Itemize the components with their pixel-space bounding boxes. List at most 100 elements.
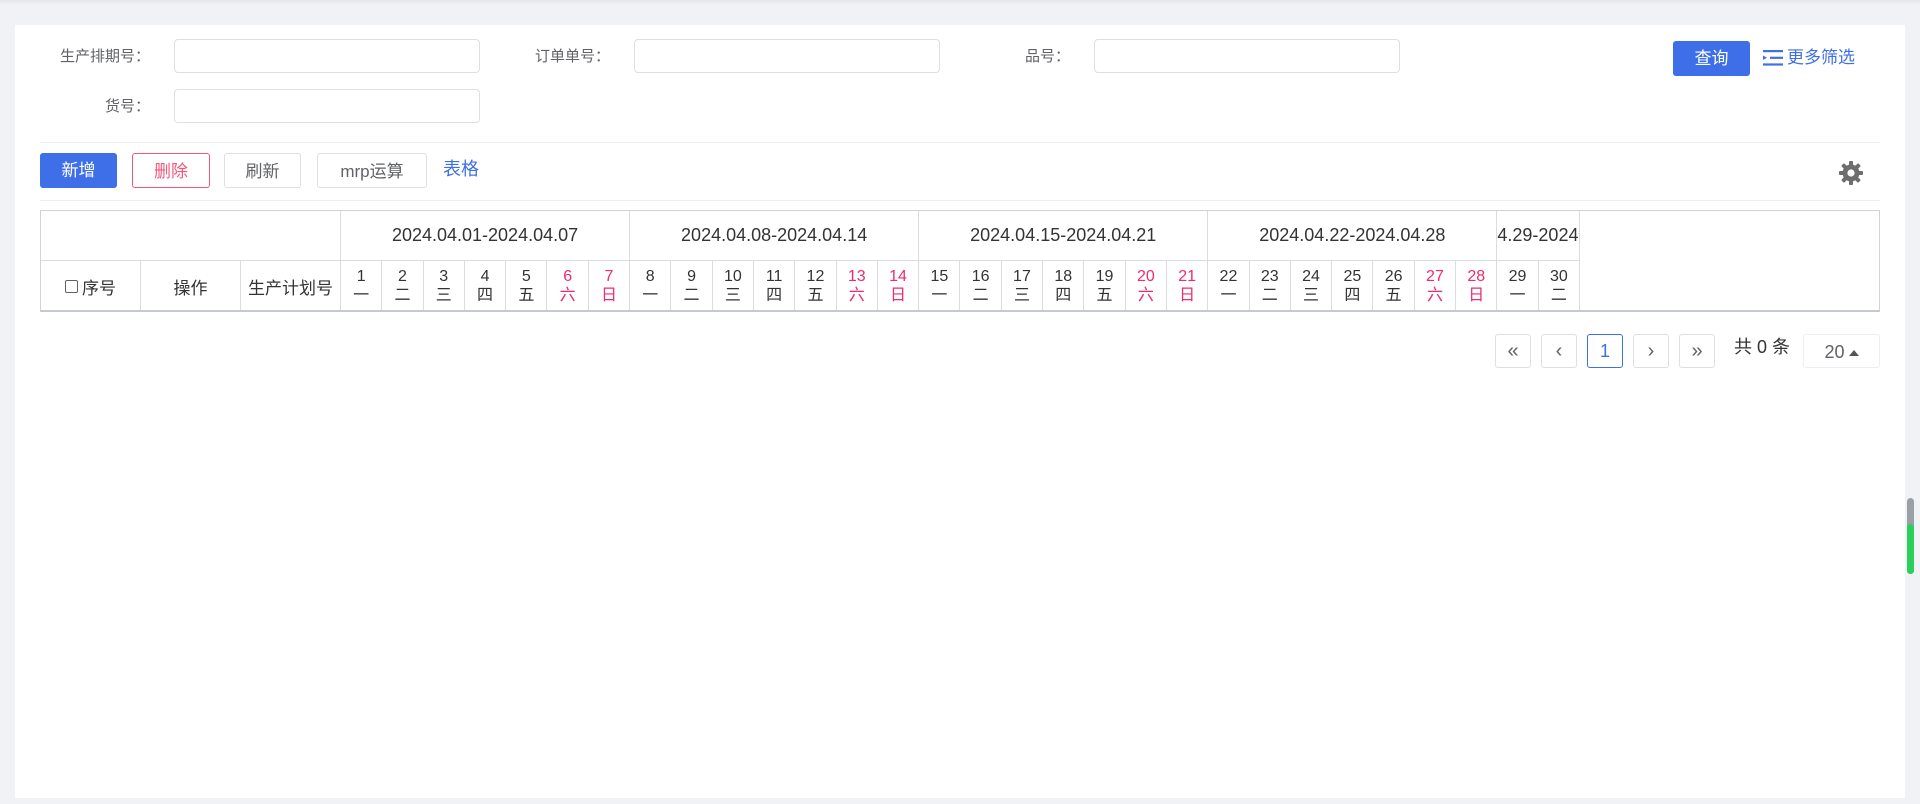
week-header: 2024.04.01-2024.04.07 — [341, 211, 631, 261]
day-number: 3 — [439, 268, 449, 285]
weekday-label: 二 — [972, 287, 989, 304]
week-header: 2024.04.08-2024.04.14 — [630, 211, 920, 261]
day-number: 20 — [1136, 268, 1155, 285]
caret-up-icon — [1848, 350, 1859, 357]
day-column-header: 29 一 — [1497, 261, 1539, 310]
part-no-label: 品号： — [1024, 48, 1070, 65]
total-count: 共 0 条 — [1734, 337, 1791, 357]
weekday-label: 五 — [1096, 287, 1113, 304]
prev-page-button[interactable]: ‹ — [1541, 334, 1577, 368]
order-no-input[interactable] — [634, 39, 940, 73]
seq-header-label: 序号 — [82, 278, 116, 298]
schedule-no-input[interactable] — [174, 39, 480, 73]
add-button[interactable]: 新增 — [40, 153, 117, 188]
week-header: 2024.04.15-2024.04.21 — [919, 211, 1209, 261]
weekday-label: 日 — [890, 287, 907, 304]
schedule-no-label: 生产排期号： — [59, 48, 150, 65]
weekday-label: 六 — [848, 287, 865, 304]
weekday-label: 二 — [683, 287, 700, 304]
weekday-label: 一 — [1220, 287, 1237, 304]
gear-icon[interactable] — [1838, 160, 1864, 191]
weekday-label: 三 — [1013, 287, 1030, 304]
day-column-header: 9二 — [671, 261, 713, 310]
weekday-label: 二 — [1550, 287, 1567, 304]
query-button[interactable]: 查询 — [1673, 41, 1750, 76]
toolbar-divider — [40, 200, 1880, 201]
next-page-button[interactable]: › — [1633, 334, 1669, 368]
day-number: 11 — [765, 268, 783, 285]
day-number: 27 — [1426, 268, 1444, 285]
weekday-label: 三 — [435, 287, 452, 304]
day-column-header: 26 五 — [1374, 261, 1415, 310]
day-number: 8 — [645, 268, 655, 285]
weekday-label: 六 — [559, 287, 576, 304]
day-number: 15 — [930, 268, 949, 285]
main-panel — [15, 25, 1905, 798]
day-column-header: 25 四 — [1332, 261, 1374, 310]
weekday-label: 五 — [518, 287, 535, 304]
scrollbar-thumb[interactable] — [1907, 524, 1914, 574]
weekday-label: 一 — [931, 287, 948, 304]
day-number: 24 — [1302, 268, 1320, 285]
refresh-button[interactable]: 刷新 — [224, 153, 301, 188]
day-number: 13 — [847, 268, 866, 285]
day-number: 17 — [1013, 268, 1031, 285]
day-number: 10 — [723, 268, 742, 285]
day-column-header: 20 六 — [1126, 261, 1167, 310]
order-no-label: 订单单号： — [534, 48, 610, 65]
weekday-label: 一 — [353, 287, 370, 304]
schedule-table: 序号 操作 生产计划号 2024.04.01-2024.04.07 2024.04… — [40, 210, 1880, 312]
select-all-checkbox[interactable] — [65, 279, 78, 293]
day-column-header: 28 日 — [1456, 261, 1498, 310]
weekday-label: 六 — [1137, 287, 1154, 304]
week-header: 4.29-2024 — [1497, 211, 1580, 261]
day-column-header: 5五 — [506, 261, 548, 310]
day-column-header: 2二 — [382, 261, 424, 310]
weekday-label: 四 — [1344, 287, 1361, 304]
weekday-label: 三 — [724, 287, 741, 304]
part-no-input[interactable] — [1094, 39, 1400, 73]
filter-list-icon — [1763, 50, 1783, 66]
day-column-header: 14 日 — [878, 261, 920, 310]
more-filters-link[interactable]: 更多筛选 — [1763, 44, 1855, 72]
weekday-label: 三 — [1303, 287, 1320, 304]
top-shadow — [0, 0, 1920, 5]
day-column-header: 21 日 — [1167, 261, 1209, 310]
day-column-header: 6六 — [548, 261, 589, 310]
weekday-label: 六 — [1426, 287, 1443, 304]
plan-no-column-header: 生产计划号 — [241, 261, 341, 310]
weekday-label: 二 — [1261, 287, 1278, 304]
goods-no-input[interactable] — [174, 89, 480, 123]
day-column-header: 10 三 — [713, 261, 754, 310]
day-column-header: 13 六 — [837, 261, 878, 310]
day-number: 14 — [889, 268, 907, 285]
header-blank — [41, 211, 341, 261]
day-column-header: 22 一 — [1208, 261, 1250, 310]
weekday-label: 日 — [600, 287, 617, 304]
table-view-link[interactable]: 表格 — [443, 155, 479, 183]
page-size-select[interactable]: 20 — [1803, 334, 1880, 368]
day-column-header: 18 四 — [1043, 261, 1085, 310]
day-column-header: 15 一 — [919, 261, 961, 310]
day-column-header: 11 四 — [754, 261, 796, 310]
day-column-header: 17 三 — [1002, 261, 1044, 310]
weekday-label: 二 — [394, 287, 411, 304]
day-column-header: 7日 — [589, 261, 631, 310]
day-number: 5 — [521, 268, 531, 285]
page-size-value: 20 — [1824, 342, 1845, 362]
weekday-label: 四 — [766, 287, 783, 304]
delete-button[interactable]: 删除 — [132, 153, 210, 188]
day-number: 28 — [1467, 268, 1486, 285]
day-number: 22 — [1219, 268, 1238, 285]
day-number: 18 — [1054, 268, 1073, 285]
mrp-calc-button[interactable]: mrp运算 — [317, 153, 427, 188]
day-column-header: 3三 — [424, 261, 465, 310]
day-column-header: 8一 — [630, 261, 672, 310]
weekday-label: 五 — [1385, 287, 1402, 304]
page-1-button[interactable]: 1 — [1587, 334, 1623, 368]
first-page-button[interactable]: « — [1495, 334, 1531, 368]
day-column-header: 4四 — [465, 261, 507, 310]
last-page-button[interactable]: » — [1679, 334, 1715, 368]
form-divider — [40, 142, 1880, 143]
day-number: 30 — [1549, 268, 1568, 285]
